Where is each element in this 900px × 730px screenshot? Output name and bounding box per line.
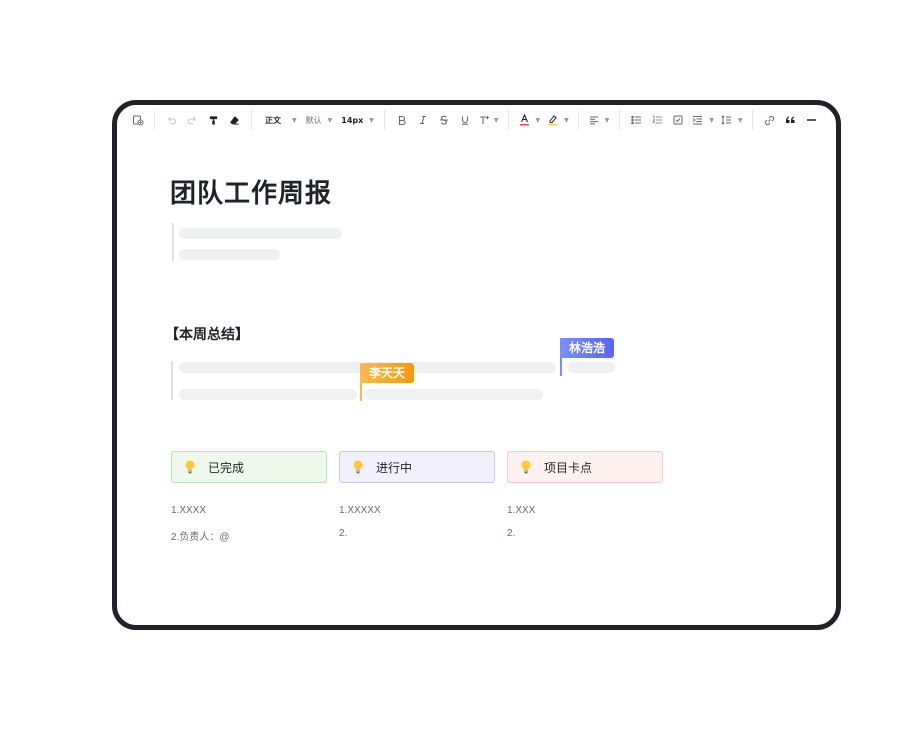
lightbulb-icon — [185, 460, 195, 474]
status-card-label: 进行中 — [376, 460, 413, 475]
checklist-button[interactable] — [669, 110, 687, 130]
format-painter-icon — [209, 115, 218, 125]
highlighter-icon — [548, 115, 558, 126]
device-frame: 正文 ▼ 默认 ▼ 14px ▼ ▼ ▼ ▼ ▼ ▼ ▼ 团队工作周报 【本周总… — [112, 100, 841, 630]
more-text-styles-button[interactable]: ▼ — [477, 110, 501, 130]
font-size-value: 14px — [341, 115, 364, 125]
bulleted-list-button[interactable] — [627, 110, 645, 130]
status-card-label: 已完成 — [208, 460, 245, 475]
eraser-icon — [230, 115, 239, 125]
lightbulb-icon — [521, 460, 531, 474]
strikethrough-button[interactable] — [435, 110, 453, 130]
font-family-value: 默认 — [305, 115, 322, 125]
numbered-list-button[interactable] — [648, 110, 666, 130]
text-color-icon — [519, 114, 529, 126]
chevron-down-icon: ▼ — [564, 116, 569, 124]
list-item[interactable]: 2.负责人：@ — [171, 528, 230, 543]
bold-icon — [398, 115, 406, 125]
numbered-list-icon — [652, 115, 662, 124]
insert-block-icon — [132, 115, 143, 126]
collaborator-name-tag: 李天天 — [360, 363, 415, 383]
chevron-down-icon: ▼ — [738, 116, 743, 124]
list-item[interactable]: 2. — [339, 528, 347, 539]
status-card-done[interactable]: 已完成 — [171, 451, 327, 483]
toolbar-divider — [618, 110, 620, 130]
text-color-swatch — [519, 124, 529, 126]
list-item[interactable]: 1.XXX — [507, 505, 535, 516]
quote-icon — [786, 116, 795, 123]
toolbar-divider — [384, 110, 386, 130]
indent-button[interactable]: ▼ — [690, 110, 716, 130]
placeholder-line — [179, 249, 280, 260]
placeholder-line — [364, 389, 543, 400]
undo-button[interactable] — [163, 110, 181, 130]
chevron-down-icon: ▼ — [292, 116, 297, 124]
section-heading[interactable]: 【本周总结】 — [165, 324, 249, 344]
indent-icon — [693, 116, 703, 125]
placeholder-line — [567, 362, 615, 373]
clear-format-button[interactable] — [226, 110, 244, 130]
redo-icon — [187, 116, 196, 124]
align-button[interactable]: ▼ — [587, 110, 612, 130]
bold-button[interactable] — [393, 110, 411, 130]
chevron-down-icon: ▼ — [709, 116, 715, 124]
chevron-down-icon: ▼ — [604, 116, 610, 124]
text-more-icon — [479, 116, 489, 124]
text-color-button[interactable]: ▼ — [517, 110, 543, 130]
font-family-select[interactable]: 默认 ▼ — [303, 110, 336, 130]
redo-button[interactable] — [184, 110, 202, 130]
collaborator-name-tag: 林浩浩 — [560, 338, 615, 358]
toolbar-divider — [508, 110, 510, 130]
align-left-icon — [589, 116, 598, 125]
list-item[interactable]: 1.XXXXX — [339, 505, 381, 516]
placeholder-line — [179, 228, 342, 239]
underline-icon — [461, 116, 468, 125]
list-item[interactable]: 2. — [507, 528, 515, 539]
paragraph-style-select[interactable]: 正文 ▼ — [262, 110, 300, 130]
page-title[interactable]: 团队工作周报 — [170, 173, 332, 210]
chevron-down-icon: ▼ — [327, 116, 333, 124]
toolbar-divider — [578, 110, 580, 130]
status-card-label: 项目卡点 — [544, 460, 593, 475]
chevron-down-icon: ▼ — [493, 116, 499, 124]
line-height-button[interactable]: ▼ — [719, 110, 745, 130]
line-height-icon — [721, 115, 732, 125]
status-card-in-progress[interactable]: 进行中 — [339, 451, 495, 483]
underline-button[interactable] — [456, 110, 474, 130]
checklist-icon — [673, 115, 683, 125]
font-size-select[interactable]: 14px ▼ — [338, 110, 377, 130]
quote-button[interactable] — [782, 110, 800, 130]
chevron-down-icon: ▼ — [369, 116, 374, 124]
placeholder-line — [179, 389, 357, 400]
divider-icon — [807, 119, 817, 121]
strikethrough-icon — [439, 115, 448, 125]
paragraph-style-value: 正文 — [265, 115, 281, 125]
toolbar-divider — [154, 110, 155, 130]
divider-button[interactable] — [803, 110, 821, 130]
status-card-blocked[interactable]: 项目卡点 — [507, 451, 663, 483]
highlight-color-swatch — [548, 124, 558, 126]
link-icon — [765, 115, 775, 125]
insert-block-button[interactable] — [129, 110, 147, 130]
list-item[interactable]: 1.XXXX — [171, 505, 206, 516]
quote-block-bar — [172, 223, 174, 261]
link-button[interactable] — [761, 110, 779, 130]
italic-icon — [419, 115, 426, 125]
lightbulb-icon — [353, 460, 363, 474]
italic-button[interactable] — [414, 110, 432, 130]
chevron-down-icon: ▼ — [535, 116, 541, 124]
bulleted-list-icon — [631, 115, 641, 125]
quote-block-bar — [171, 361, 173, 400]
document-canvas[interactable]: 团队工作周报 【本周总结】 林浩浩 李天天 已完成 进行中 项目卡点 1.XXX… — [117, 135, 836, 625]
editor-toolbar: 正文 ▼ 默认 ▼ 14px ▼ ▼ ▼ ▼ ▼ ▼ ▼ — [117, 105, 836, 135]
format-painter-button[interactable] — [205, 110, 223, 130]
highlight-color-button[interactable]: ▼ — [545, 110, 571, 130]
toolbar-divider — [251, 110, 252, 130]
undo-icon — [168, 116, 177, 124]
toolbar-divider — [752, 110, 754, 130]
